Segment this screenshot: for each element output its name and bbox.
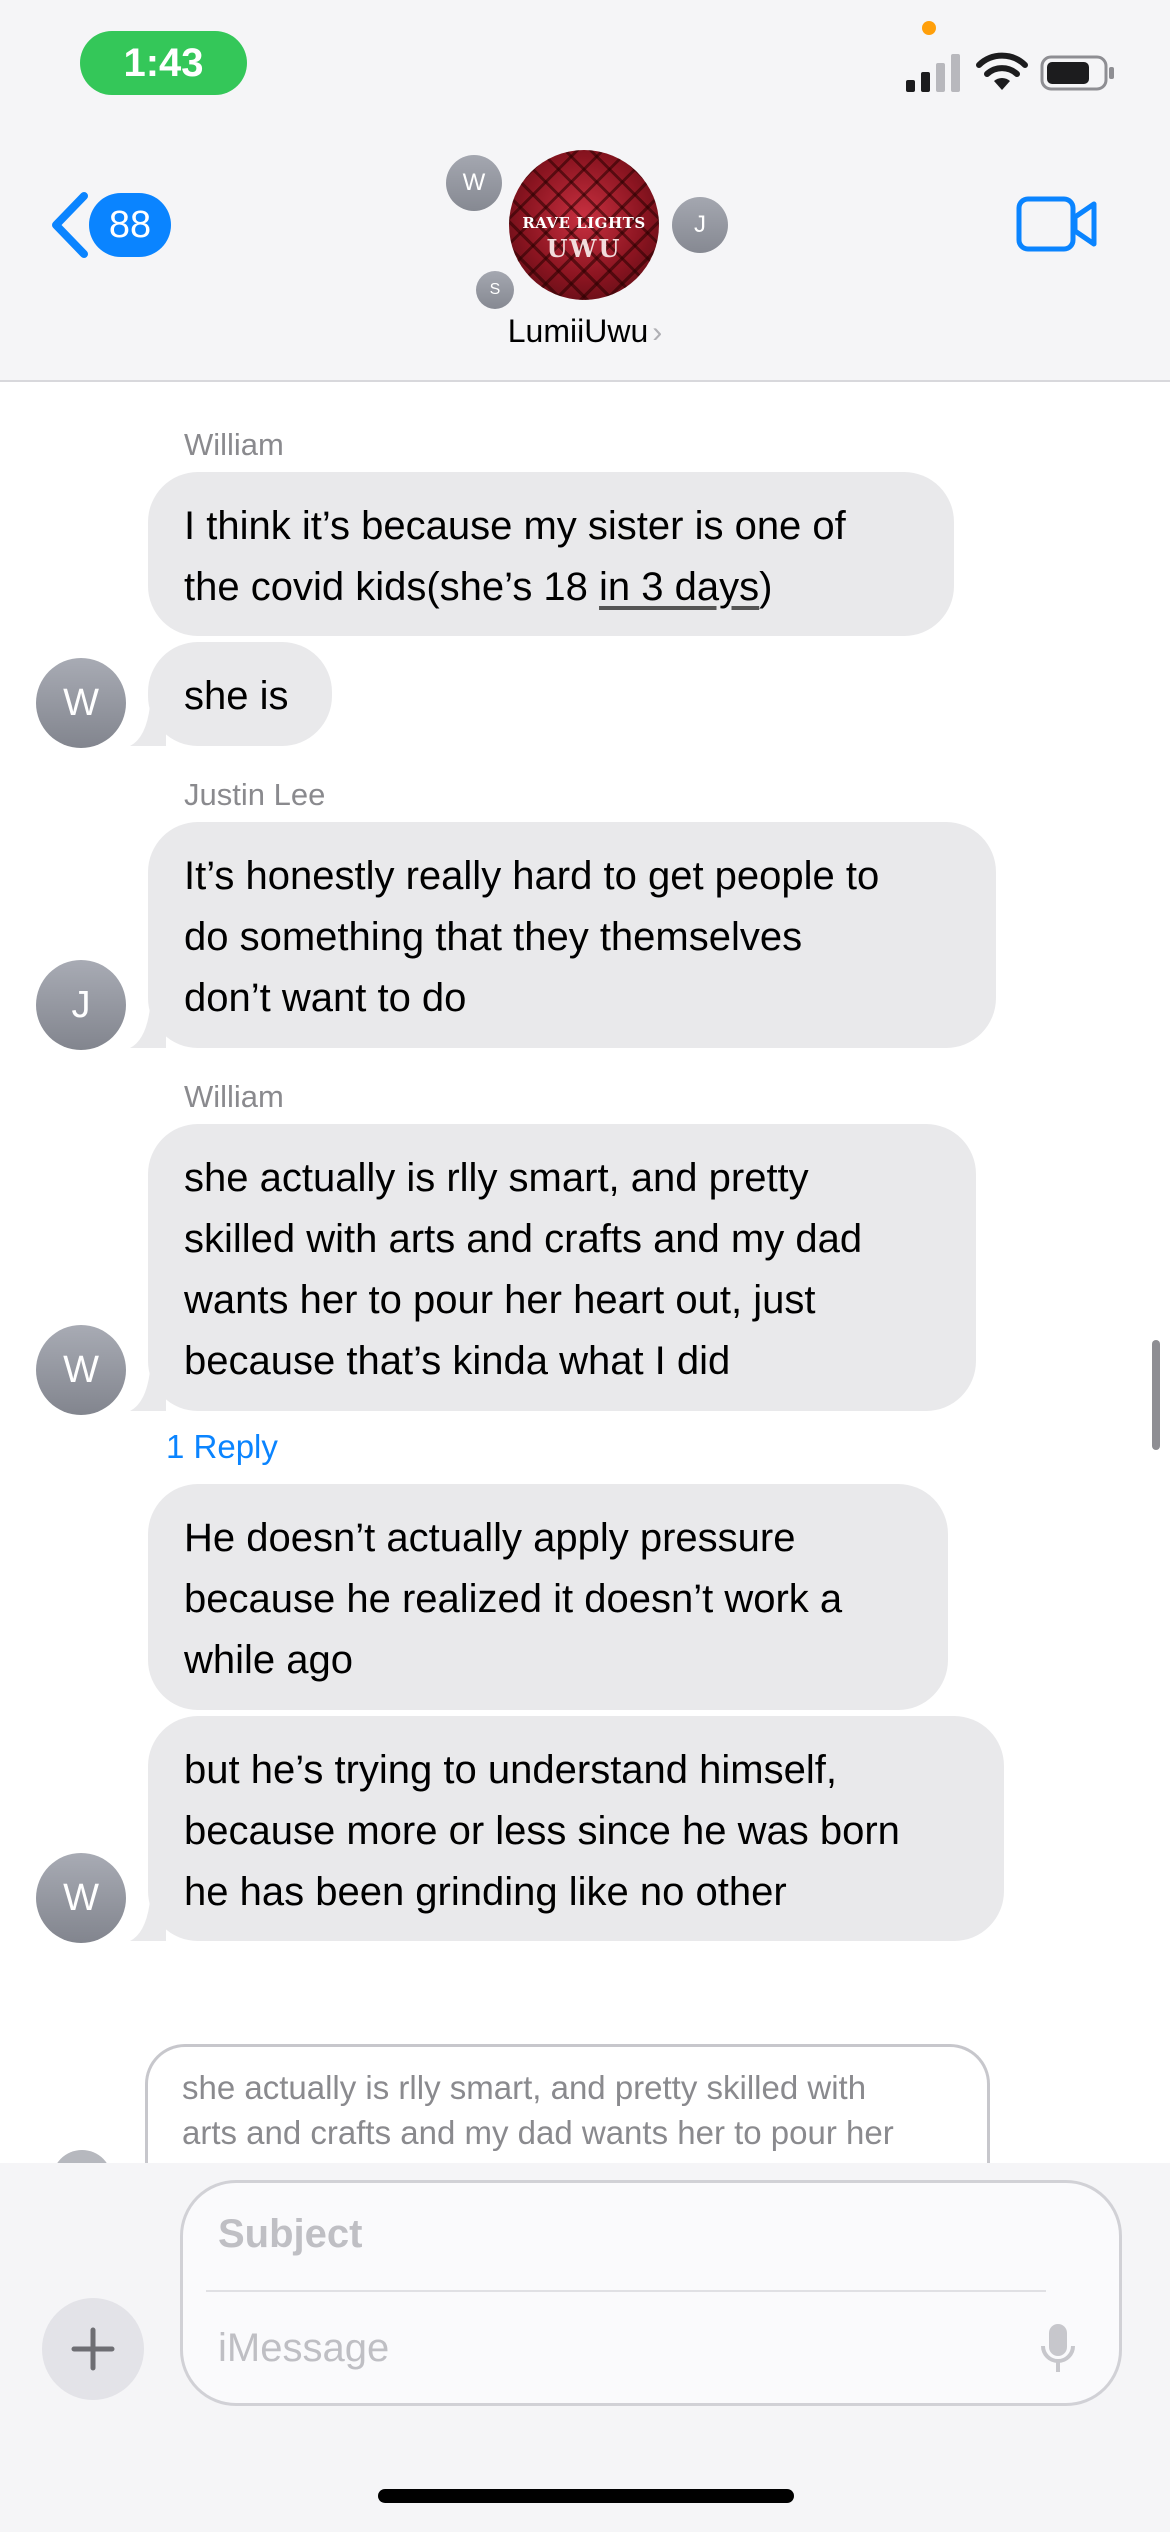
signal-icon	[906, 54, 960, 92]
avatar[interactable]: W	[36, 658, 126, 748]
message-line: I think it’s because my sister is one of	[184, 504, 846, 548]
message-bubble[interactable]: I think it’s because my sister is one of…	[148, 472, 954, 636]
bubble-tail	[130, 1008, 166, 1048]
avatar[interactable]: W	[36, 1853, 126, 1943]
battery-icon	[1040, 55, 1114, 91]
composer-divider	[206, 2290, 1046, 2292]
plus-button[interactable]	[42, 2298, 144, 2400]
message-line: do something that they themselves	[184, 915, 803, 959]
reply-preview-line: she actually is rlly smart, and pretty s…	[182, 2069, 867, 2106]
message-line: she is	[184, 674, 289, 718]
sender-name: William	[184, 1079, 284, 1114]
message-line: It’s honestly really hard to get people …	[184, 854, 880, 898]
message-line: but he’s trying to understand himself,	[184, 1748, 837, 1792]
message-bubble[interactable]: she is	[148, 642, 332, 746]
message-line: the covid kids(she’s 18 in 3 days)	[184, 565, 773, 609]
group-avatar-text-top: RAVE LIGHTS	[522, 214, 646, 232]
message-line: while ago	[184, 1638, 354, 1682]
subject-field[interactable]: Subject	[218, 2212, 362, 2257]
reply-preview[interactable]: she actually is rlly smart, and pretty s…	[145, 2044, 990, 2174]
video-camera-icon[interactable]	[1016, 196, 1098, 252]
scrollbar[interactable]	[1152, 1340, 1160, 1450]
reply-preview-line: arts and crafts and my dad wants her to …	[182, 2114, 894, 2151]
message-line: she actually is rlly smart, and pretty	[184, 1156, 809, 1200]
group-name-button[interactable]: LumiiUwu ›	[0, 313, 1170, 350]
message-bubble[interactable]: He doesn’t actually apply pressure becau…	[148, 1484, 948, 1710]
wifi-icon	[976, 52, 1028, 90]
group-avatar-text-bottom: UWU	[546, 234, 622, 263]
bubble-tail	[130, 1371, 166, 1411]
group-avatar[interactable]: RAVE LIGHTS UWU	[509, 150, 659, 300]
message-bubble[interactable]: but he’s trying to understand himself, b…	[148, 1716, 1004, 1941]
status-time[interactable]: 1:43	[80, 31, 247, 95]
message-line: because that’s kinda what I did	[184, 1339, 731, 1383]
bubble-tail	[130, 1901, 166, 1941]
conversation-header: 1:43 88 W RAVE LIGHTS UWU J S LumiiUwu ›	[0, 0, 1170, 382]
message-line: skilled with arts and crafts and my dad	[184, 1217, 863, 1261]
sender-name: Justin Lee	[184, 777, 326, 812]
avatar[interactable]: J	[36, 960, 126, 1050]
participant-avatar-j[interactable]: J	[672, 197, 728, 253]
privacy-indicator	[922, 21, 936, 35]
chevron-right-icon: ›	[652, 316, 663, 349]
microphone-icon[interactable]	[1040, 2322, 1076, 2376]
bubble-tail	[130, 706, 166, 746]
message-bubble[interactable]: It’s honestly really hard to get people …	[148, 822, 996, 1048]
unread-count-badge[interactable]: 88	[89, 193, 171, 257]
imessage-field[interactable]: iMessage	[218, 2326, 389, 2371]
participant-avatar-s[interactable]: S	[476, 271, 514, 309]
message-line: don’t want to do	[184, 976, 467, 1020]
message-line: He doesn’t actually apply pressure	[184, 1516, 796, 1560]
sender-name: William	[184, 427, 284, 462]
message-line: because more or less since he was born	[184, 1809, 900, 1853]
group-name: LumiiUwu	[507, 313, 649, 349]
message-line: because he realized it doesn’t work a	[184, 1577, 843, 1621]
home-indicator[interactable]	[378, 2489, 794, 2503]
date-link[interactable]: in 3 days	[599, 565, 759, 609]
back-chevron-icon[interactable]	[46, 190, 90, 260]
participant-avatar-w[interactable]: W	[446, 155, 502, 211]
plus-icon	[71, 2327, 115, 2371]
avatar[interactable]: W	[36, 1325, 126, 1415]
message-line: he has been grinding like no other	[184, 1870, 787, 1914]
message-bubble[interactable]: she actually is rlly smart, and pretty s…	[148, 1124, 976, 1411]
thread-reply-link[interactable]: 1 Reply	[166, 1428, 278, 1466]
message-line: wants her to pour her heart out, just	[184, 1278, 816, 1322]
